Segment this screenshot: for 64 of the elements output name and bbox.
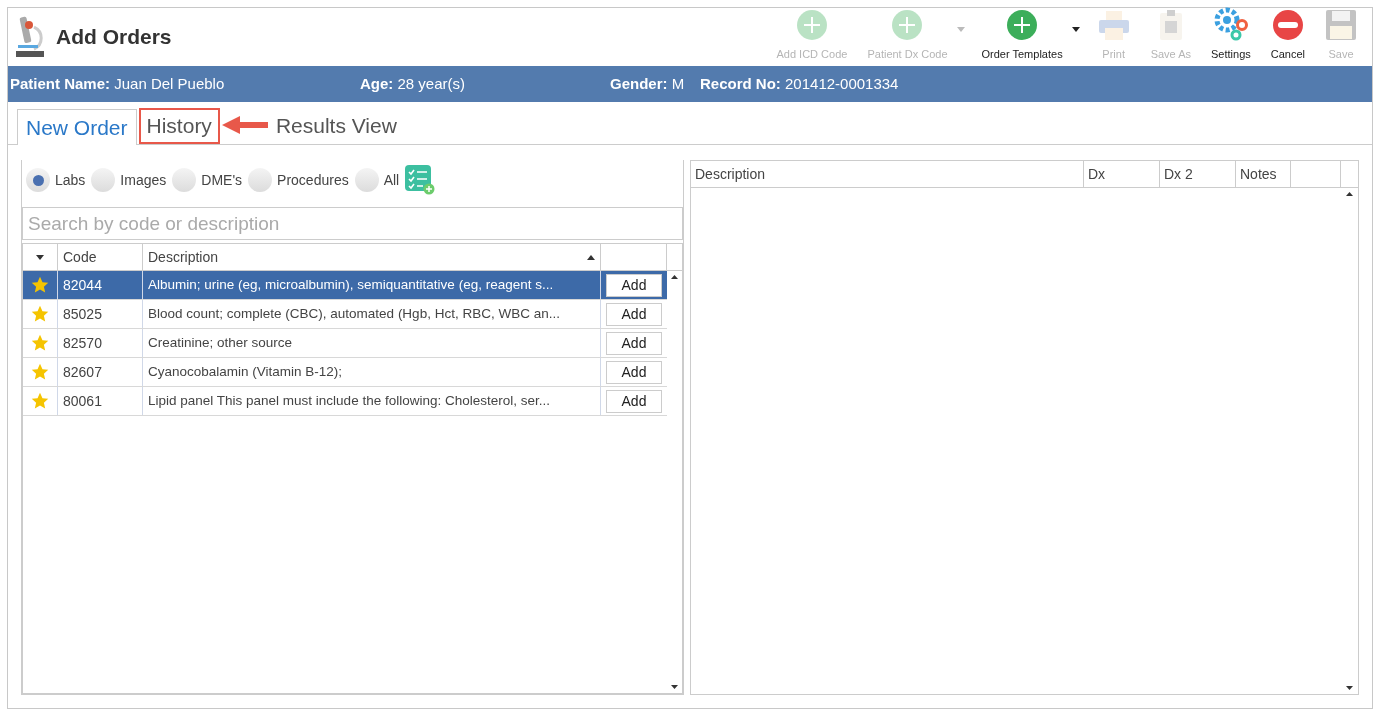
arrow (221, 115, 268, 135)
window-title: Add Orders (56, 24, 172, 51)
toolbar-button[interactable]: Cancel (1263, 8, 1312, 62)
add-button[interactable]: Add (606, 389, 662, 413)
add-button[interactable]: Add (606, 273, 662, 297)
radio-button[interactable] (354, 168, 379, 192)
column-header[interactable]: Description (691, 161, 1084, 187)
printer-icon (1096, 8, 1131, 41)
table-cell: Albumin; urine (eg, microalbumin), semiquantitative (eg, reagent s... (143, 271, 601, 299)
scroll-down-icon[interactable] (671, 685, 678, 689)
caret-icon (36, 254, 44, 260)
table-cell: 82607 (58, 358, 143, 386)
plus-icon (795, 8, 828, 41)
table-cell: Creatinine; other source (143, 329, 601, 357)
radio-button[interactable] (172, 168, 197, 192)
table-row[interactable]: 80061 Lipid panel This panel must include the following: Cholesterol, ser... Add (23, 387, 667, 416)
patient-info: Patient Name: Juan Del Pueblo (10, 73, 226, 94)
tab[interactable]: Results View (267, 108, 405, 144)
radio-option[interactable]: Procedures (248, 168, 349, 192)
add-button[interactable]: Add (606, 302, 662, 326)
column-header[interactable]: Dx (1084, 161, 1160, 187)
radio-button[interactable] (248, 168, 273, 192)
column-header[interactable]: Description (143, 244, 601, 270)
scroll-down-icon[interactable] (1346, 686, 1353, 690)
table-cell: Cyanocobalamin (Vitamin B-12); (143, 358, 601, 386)
table-row[interactable]: 82044 Albumin; urine (eg, microalbumin), semiquantitative (eg, reagent s... Add (23, 271, 667, 300)
column-header[interactable]: Notes (1236, 161, 1291, 187)
checklist-add-icon[interactable] (405, 165, 436, 195)
clipboard-icon (1157, 8, 1184, 41)
patient-info: Age: 28 year(s) (360, 73, 467, 94)
radio-button[interactable] (91, 168, 116, 192)
tab[interactable]: History (138, 108, 220, 144)
radio-option[interactable]: Labs (26, 168, 86, 192)
radio-option[interactable]: DME's (172, 168, 243, 192)
table-cell: 85025 (58, 300, 143, 328)
toolbar-button[interactable]: Settings (1204, 6, 1258, 62)
table-cell: 80061 (58, 387, 143, 415)
radio-option[interactable]: Images (91, 168, 167, 192)
patient-info: Record No: 201412-0001334 (700, 73, 899, 94)
gears-icon (1212, 6, 1249, 41)
table-cell: Blood count; complete (CBC), automated (Hgb, Hct, RBC, WBC an... (143, 300, 601, 328)
radio-button[interactable] (26, 168, 50, 192)
radio-option[interactable]: All (354, 168, 400, 192)
plus-icon (891, 8, 924, 41)
plus-icon (1006, 8, 1039, 41)
caret-icon[interactable] (1071, 26, 1080, 32)
tab[interactable]: New Order (17, 109, 137, 145)
table-row[interactable]: 85025 Blood count; complete (CBC), automated (Hgb, Hct, RBC, WBC an... Add (23, 300, 667, 329)
scroll-up-icon[interactable] (1346, 192, 1353, 196)
search-field[interactable]: Search by code or description (22, 207, 683, 240)
column-header[interactable]: Code (58, 244, 143, 270)
toolbar-button[interactable]: Order Templates (974, 8, 1070, 62)
add-button[interactable]: Add (606, 360, 662, 384)
scroll-up-icon[interactable] (671, 275, 678, 279)
patient-info: Gender: M (610, 73, 686, 94)
table-cell: 82570 (58, 329, 143, 357)
table-cell: 82044 (58, 271, 143, 299)
sort-ascending-icon (587, 254, 595, 260)
add-button[interactable]: Add (606, 331, 662, 355)
cancel-icon (1271, 8, 1304, 41)
table-row[interactable]: 82607 Cyanocobalamin (Vitamin B-12); Add (23, 358, 667, 387)
table-cell: Lipid panel This panel must include the following: Cholesterol, ser... (143, 387, 601, 415)
table-row[interactable]: 82570 Creatinine; other source Add (23, 329, 667, 358)
column-header[interactable]: Dx 2 (1160, 161, 1236, 187)
